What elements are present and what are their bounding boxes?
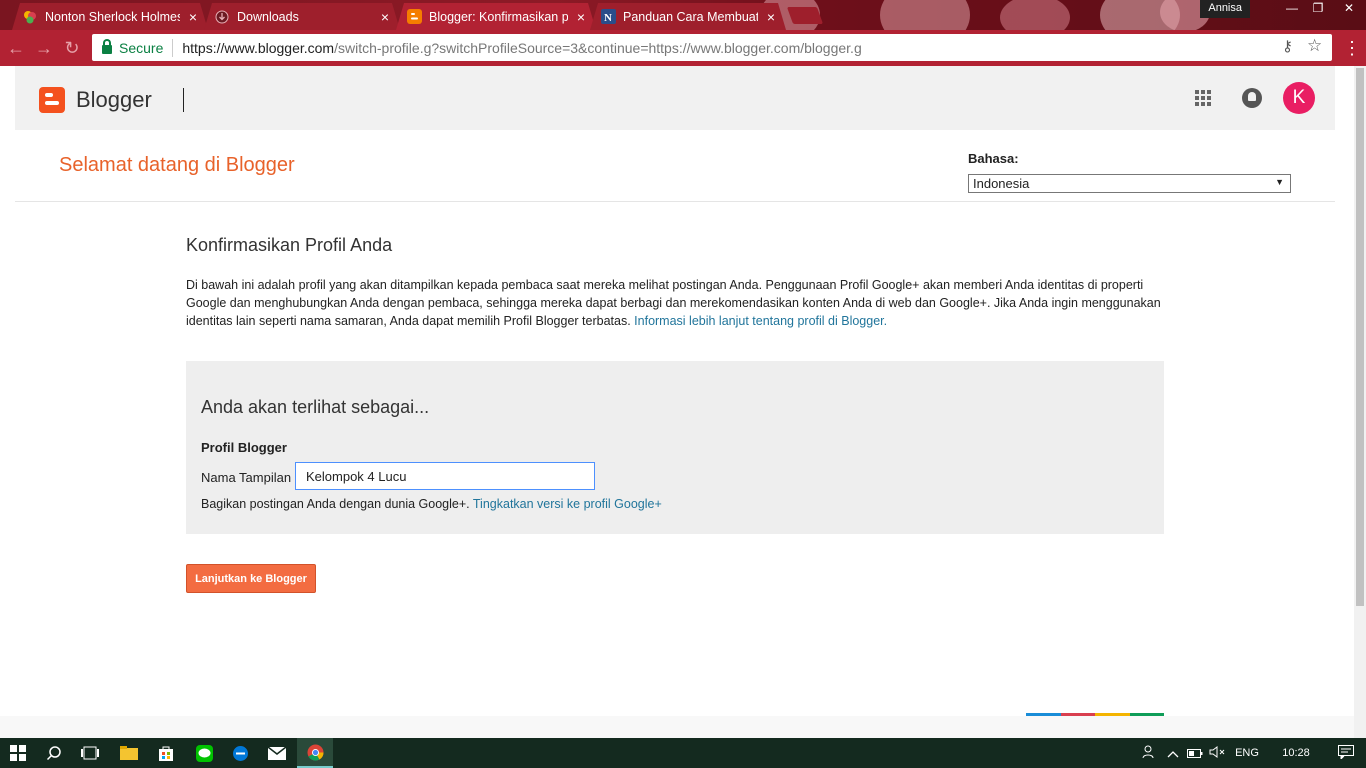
share-text: Bagikan postingan Anda dengan dunia Goog… bbox=[201, 497, 470, 511]
url-path: /switch-profile.g?switchProfileSource=3&… bbox=[334, 39, 862, 56]
separator bbox=[172, 38, 174, 57]
close-window-icon[interactable]: ✕ bbox=[1332, 0, 1366, 18]
page-scrollbar[interactable] bbox=[1354, 66, 1366, 738]
dropdown-arrow-icon: ▼ bbox=[1275, 177, 1284, 187]
n-letter-icon: N bbox=[600, 9, 616, 25]
url-host: https://www.blogger.com bbox=[182, 39, 335, 56]
new-tab-button[interactable] bbox=[786, 7, 824, 24]
language-select[interactable]: Indonesia ▼ bbox=[968, 174, 1291, 193]
system-tray: ENG 10:28 bbox=[1136, 738, 1366, 768]
lock-icon bbox=[102, 39, 112, 54]
window-user-badge[interactable]: Annisa bbox=[1200, 0, 1250, 18]
tab-title: Panduan Cara Membuat bbox=[623, 9, 758, 24]
forward-icon[interactable]: → bbox=[32, 36, 56, 60]
volume-muted-icon[interactable] bbox=[1206, 745, 1228, 761]
profile-description: Di bawah ini adalah profil yang akan dit… bbox=[186, 276, 1176, 330]
notifications-bell-icon[interactable] bbox=[1242, 88, 1262, 108]
edge-browser-icon[interactable] bbox=[222, 738, 258, 768]
scrollbar-thumb[interactable] bbox=[1356, 68, 1364, 606]
google-color-bar bbox=[1026, 713, 1164, 716]
apps-grid-icon[interactable] bbox=[1195, 90, 1211, 106]
page-title: Konfirmasikan Profil Anda bbox=[186, 235, 393, 255]
avatar[interactable]: K bbox=[1283, 82, 1315, 114]
search-icon[interactable] bbox=[36, 738, 72, 768]
maximize-icon[interactable]: ❐ bbox=[1302, 0, 1334, 18]
tab-close-icon[interactable]: × bbox=[186, 9, 200, 25]
tab-title: Nonton Sherlock Holmes bbox=[45, 9, 180, 24]
browser-title-bar: Nonton Sherlock Holmes × Downloads × Blo… bbox=[0, 0, 1366, 30]
display-name-label: Nama Tampilan bbox=[201, 470, 292, 485]
colorful-logo-icon bbox=[22, 9, 38, 25]
mail-icon[interactable] bbox=[259, 738, 295, 768]
windows-start-icon[interactable] bbox=[0, 738, 36, 768]
color-segment bbox=[1026, 713, 1061, 716]
profile-info-link[interactable]: Informasi lebih lanjut tentang profil di… bbox=[634, 314, 887, 328]
share-text-row: Bagikan postingan Anda dengan dunia Goog… bbox=[201, 497, 662, 511]
color-segment bbox=[1129, 713, 1164, 716]
tab-close-icon[interactable]: × bbox=[378, 9, 392, 25]
chrome-taskbar-icon[interactable] bbox=[297, 738, 333, 768]
page-footer bbox=[0, 716, 1354, 738]
language-selected-value: Indonesia bbox=[973, 176, 1030, 191]
battery-icon[interactable] bbox=[1184, 746, 1206, 761]
tab-title: Downloads bbox=[237, 9, 299, 24]
tab-blogger-konfirmasikan[interactable]: Blogger: Konfirmasikan p × bbox=[396, 3, 596, 30]
store-icon[interactable] bbox=[148, 738, 184, 768]
background-decoration bbox=[1000, 0, 1070, 30]
page-content: Blogger K Selamat datang di Blogger Baha… bbox=[0, 66, 1354, 738]
action-center-icon[interactable] bbox=[1326, 744, 1366, 762]
clock[interactable]: 10:28 bbox=[1266, 747, 1326, 759]
reload-icon[interactable]: ↻ bbox=[60, 36, 84, 60]
browser-menu-icon[interactable]: ⋮ bbox=[1340, 36, 1364, 60]
upgrade-google-plus-link[interactable]: Tingkatkan versi ke profil Google+ bbox=[473, 497, 662, 511]
tab-close-icon[interactable]: × bbox=[764, 9, 778, 25]
tab-panduan-cara[interactable]: N Panduan Cara Membuat × bbox=[590, 3, 786, 30]
color-segment bbox=[1060, 713, 1095, 716]
tab-close-icon[interactable]: × bbox=[574, 9, 588, 25]
display-name-input[interactable] bbox=[295, 462, 595, 490]
input-language-indicator[interactable]: ENG bbox=[1228, 747, 1266, 759]
header-divider bbox=[183, 88, 184, 112]
continue-to-blogger-button[interactable]: Lanjutkan ke Blogger bbox=[186, 564, 316, 593]
download-icon bbox=[214, 9, 230, 25]
windows-taskbar: ENG 10:28 bbox=[0, 738, 1366, 768]
chevron-up-icon[interactable] bbox=[1162, 746, 1184, 761]
background-decoration bbox=[880, 0, 970, 30]
address-bar[interactable]: Secure https://www.blogger.com /switch-p… bbox=[92, 34, 1332, 61]
color-segment bbox=[1095, 713, 1130, 716]
brand-name[interactable]: Blogger bbox=[76, 87, 152, 113]
tab-nonton-sherlock[interactable]: Nonton Sherlock Holmes × bbox=[12, 3, 208, 30]
profile-type-label: Profil Blogger bbox=[201, 440, 287, 455]
blogger-icon bbox=[406, 9, 422, 25]
svg-text:N: N bbox=[604, 12, 612, 24]
appear-as-heading: Anda akan terlihat sebagai... bbox=[201, 397, 430, 417]
file-explorer-icon[interactable] bbox=[111, 738, 147, 768]
line-app-icon[interactable] bbox=[186, 738, 222, 768]
profile-preview-panel: Anda akan terlihat sebagai... Profil Blo… bbox=[186, 361, 1164, 534]
divider bbox=[15, 201, 1335, 202]
language-label: Bahasa: bbox=[968, 151, 1019, 166]
star-icon[interactable]: ☆ bbox=[1307, 36, 1322, 56]
secure-label: Secure bbox=[119, 39, 164, 56]
welcome-title: Selamat datang di Blogger bbox=[59, 154, 295, 176]
key-icon[interactable]: ⚷ bbox=[1282, 37, 1293, 55]
people-icon[interactable] bbox=[1136, 745, 1162, 762]
browser-toolbar: ← → ↻ Secure https://www.blogger.com /sw… bbox=[0, 30, 1366, 66]
back-icon[interactable]: ← bbox=[4, 36, 28, 60]
blogger-logo-icon[interactable] bbox=[39, 87, 65, 113]
blogger-header: Blogger K bbox=[15, 66, 1335, 130]
tab-title: Blogger: Konfirmasikan p bbox=[429, 9, 568, 24]
tab-downloads[interactable]: Downloads × bbox=[204, 3, 400, 30]
task-view-icon[interactable] bbox=[72, 738, 108, 768]
